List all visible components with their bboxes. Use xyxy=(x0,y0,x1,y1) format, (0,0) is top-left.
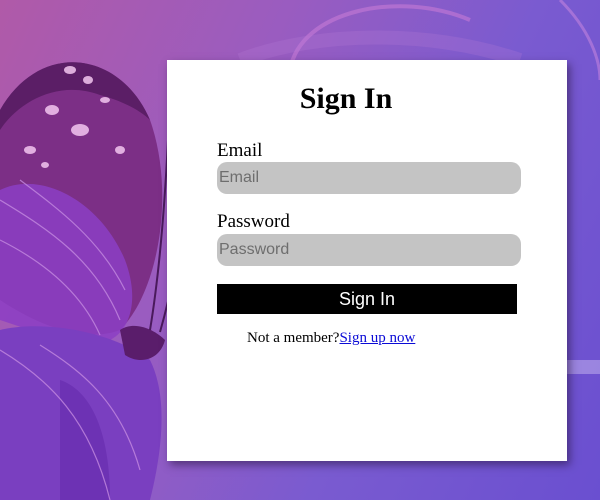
sign-up-link[interactable]: Sign up now xyxy=(339,330,415,346)
email-label: Email xyxy=(217,140,263,161)
password-field[interactable] xyxy=(217,234,521,266)
password-label: Password xyxy=(217,211,290,232)
sign-in-button[interactable]: Sign In xyxy=(217,284,517,314)
signup-prompt: Not a member?Sign up now xyxy=(247,330,415,347)
signin-card: Sign In Email Password Sign In Not a mem… xyxy=(167,60,567,461)
page-title: Sign In xyxy=(299,82,393,115)
not-member-text: Not a member? xyxy=(247,330,340,346)
email-field[interactable] xyxy=(217,162,521,194)
